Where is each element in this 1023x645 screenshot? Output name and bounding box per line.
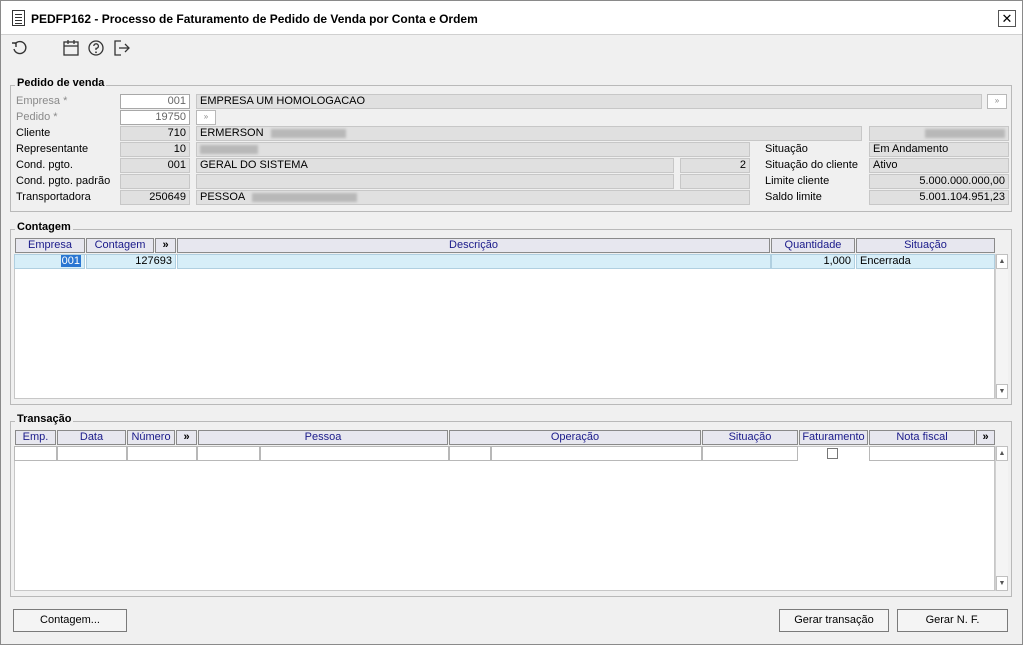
- contagem-grid[interactable]: [14, 254, 995, 399]
- toolbar: [1, 35, 1022, 61]
- transacao-cell-pessoa-code[interactable]: [197, 446, 260, 461]
- representante-code-field: 10: [120, 142, 190, 157]
- transportadora-label: Transportadora: [16, 191, 91, 203]
- redacted-text: [251, 192, 357, 202]
- scroll-up-button[interactable]: ▲: [996, 446, 1008, 461]
- limite-cliente-label: Limite cliente: [765, 175, 830, 187]
- redacted-text: [270, 128, 346, 138]
- situacao-field: Em Andamento: [869, 142, 1009, 157]
- transacao-cell-nota-fiscal[interactable]: [869, 446, 995, 461]
- transacao-col-data[interactable]: Data: [57, 430, 126, 445]
- representante-label: Representante: [16, 143, 89, 155]
- cond-pgto-padrao-code-field: [120, 174, 190, 189]
- cliente-name-text: ERMERSON: [200, 127, 264, 139]
- transacao-scrollbar[interactable]: ▲ ▼: [995, 446, 1008, 591]
- transacao-section-title: Transação: [15, 413, 74, 425]
- main-window: PEDFP162 - Processo de Faturamento de Pe…: [0, 0, 1023, 645]
- pedido-lookup-button[interactable]: »: [196, 110, 216, 125]
- transacao-cell-situacao[interactable]: [702, 446, 798, 461]
- situacao-label: Situação: [765, 143, 808, 155]
- scroll-up-button[interactable]: ▲: [996, 254, 1008, 269]
- transportadora-name-text: PESSOA: [200, 191, 245, 203]
- transacao-grid[interactable]: [14, 446, 995, 591]
- pedido-label: Pedido *: [16, 111, 58, 123]
- title-bar: PEDFP162 - Processo de Faturamento de Pe…: [1, 1, 1022, 35]
- contagem-cell-empresa-text: 001: [60, 255, 81, 267]
- cond-pgto-code-field: 001: [120, 158, 190, 173]
- transacao-cell-operacao-name[interactable]: [491, 446, 702, 461]
- refresh-icon[interactable]: [11, 39, 29, 57]
- cliente-label: Cliente: [16, 127, 51, 139]
- empresa-name-field: EMPRESA UM HOMOLOGACAO: [196, 94, 982, 109]
- transportadora-code-field: 250649: [120, 190, 190, 205]
- saldo-limite-field: 5.001.104.951,23: [869, 190, 1009, 205]
- transacao-cell-emp[interactable]: [14, 446, 57, 461]
- contagem-cell-situacao[interactable]: Encerrada: [856, 254, 995, 269]
- cliente-extra-field: [869, 126, 1009, 141]
- representante-name-field: [196, 142, 750, 157]
- transacao-col-pessoa[interactable]: Pessoa: [198, 430, 448, 445]
- contagem-section-title: Contagem: [15, 221, 73, 233]
- empresa-label: Empresa *: [16, 95, 68, 107]
- contagem-col-empresa[interactable]: Empresa: [15, 238, 85, 253]
- transacao-faturamento-checkbox[interactable]: [827, 448, 838, 459]
- limite-cliente-field: 5.000.000.000,00: [869, 174, 1009, 189]
- transacao-more-columns-button[interactable]: »: [176, 430, 197, 445]
- scroll-down-button[interactable]: ▼: [996, 576, 1008, 591]
- pedido-input[interactable]: 19750: [120, 110, 190, 125]
- transacao-cell-pessoa-name[interactable]: [260, 446, 449, 461]
- situacao-cliente-label: Situação do cliente: [765, 159, 858, 171]
- contagem-col-descricao[interactable]: Descrição: [177, 238, 770, 253]
- contagem-col-contagem[interactable]: Contagem: [86, 238, 154, 253]
- contagem-cell-empresa[interactable]: 001: [14, 254, 85, 269]
- contagem-button[interactable]: Contagem...: [13, 609, 127, 632]
- transacao-col-nota-fiscal[interactable]: Nota fiscal: [869, 430, 975, 445]
- transacao-col-emp[interactable]: Emp.: [15, 430, 56, 445]
- cond-pgto-padrao-label: Cond. pgto. padrão: [16, 175, 111, 187]
- cliente-code-field: 710: [120, 126, 190, 141]
- contagem-cell-contagem[interactable]: 127693: [86, 254, 176, 269]
- cond-pgto-padrao-extra-field: [680, 174, 750, 189]
- transacao-col-faturamento[interactable]: Faturamento: [799, 430, 868, 445]
- transacao-more-columns-right-button[interactable]: »: [976, 430, 995, 445]
- cond-pgto-name-field: GERAL DO SISTEMA: [196, 158, 674, 173]
- empresa-code-input[interactable]: 001: [120, 94, 190, 109]
- redacted-text: [925, 128, 1005, 138]
- gerar-nf-button[interactable]: Gerar N. F.: [897, 609, 1008, 632]
- saldo-limite-label: Saldo limite: [765, 191, 822, 203]
- contagem-cell-quantidade[interactable]: 1,000: [771, 254, 855, 269]
- cond-pgto-extra-field: 2: [680, 158, 750, 173]
- transportadora-name-field: PESSOA: [196, 190, 750, 205]
- document-icon: [12, 10, 25, 26]
- transacao-cell-operacao-code[interactable]: [449, 446, 491, 461]
- contagem-scrollbar[interactable]: ▲ ▼: [995, 254, 1008, 399]
- transacao-col-situacao[interactable]: Situação: [702, 430, 798, 445]
- help-icon[interactable]: [87, 39, 105, 57]
- transacao-cell-numero[interactable]: [127, 446, 197, 461]
- contagem-col-situacao[interactable]: Situação: [856, 238, 995, 253]
- exit-icon[interactable]: [113, 39, 131, 57]
- contagem-cell-descricao[interactable]: [177, 254, 771, 269]
- gerar-transacao-button[interactable]: Gerar transação: [779, 609, 889, 632]
- scroll-down-button[interactable]: ▼: [996, 384, 1008, 399]
- situacao-cliente-field: Ativo: [869, 158, 1009, 173]
- cond-pgto-label: Cond. pgto.: [16, 159, 73, 171]
- close-button[interactable]: ✕: [998, 10, 1016, 27]
- transacao-col-numero[interactable]: Número: [127, 430, 175, 445]
- window-title: PEDFP162 - Processo de Faturamento de Pe…: [31, 12, 478, 26]
- empresa-lookup-button[interactable]: »: [987, 94, 1007, 109]
- contagem-col-quantidade[interactable]: Quantidade: [771, 238, 855, 253]
- contagem-more-columns-button[interactable]: »: [155, 238, 176, 253]
- pedido-section-title: Pedido de venda: [15, 77, 107, 89]
- cliente-name-field: ERMERSON: [196, 126, 862, 141]
- calendar-icon[interactable]: [62, 39, 80, 57]
- cond-pgto-padrao-name-field: [196, 174, 674, 189]
- transacao-cell-data[interactable]: [57, 446, 127, 461]
- redacted-text: [200, 144, 258, 154]
- transacao-col-operacao[interactable]: Operação: [449, 430, 701, 445]
